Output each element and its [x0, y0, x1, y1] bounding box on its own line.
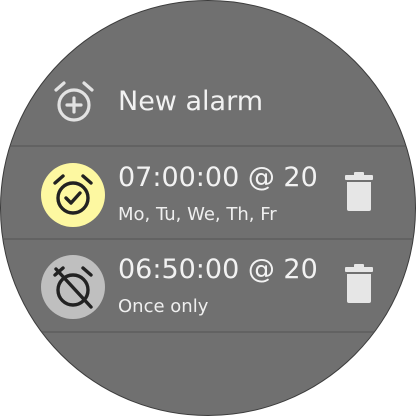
add-alarm-icon — [51, 79, 97, 125]
alarm-repeat-days: Once only — [118, 296, 209, 317]
alarm-status-badge[interactable] — [41, 163, 105, 227]
alarm-status-badge[interactable] — [41, 255, 105, 319]
alarm-item[interactable]: 07:00:00 @ 20 Mo, Tu, We, Th, Fr — [1, 147, 415, 239]
new-alarm-button[interactable]: New alarm — [1, 63, 415, 145]
delete-alarm-button[interactable] — [342, 263, 376, 305]
new-alarm-label: New alarm — [118, 86, 263, 117]
alarm-item[interactable]: 06:50:00 @ 20 Once only — [1, 239, 415, 331]
trash-icon — [345, 172, 373, 211]
alarm-time: 07:00:00 @ 20 — [118, 162, 318, 193]
watch-face: New alarm 07:00:00 @ 20 Mo, Tu, We, Th, … — [0, 0, 416, 416]
alarm-time: 06:50:00 @ 20 — [118, 254, 318, 285]
alarm-on-icon — [53, 174, 93, 215]
trash-icon — [345, 264, 373, 303]
alarm-off-icon — [53, 266, 93, 309]
delete-alarm-button[interactable] — [342, 171, 376, 213]
alarm-repeat-days: Mo, Tu, We, Th, Fr — [118, 204, 277, 225]
divider — [1, 331, 415, 333]
